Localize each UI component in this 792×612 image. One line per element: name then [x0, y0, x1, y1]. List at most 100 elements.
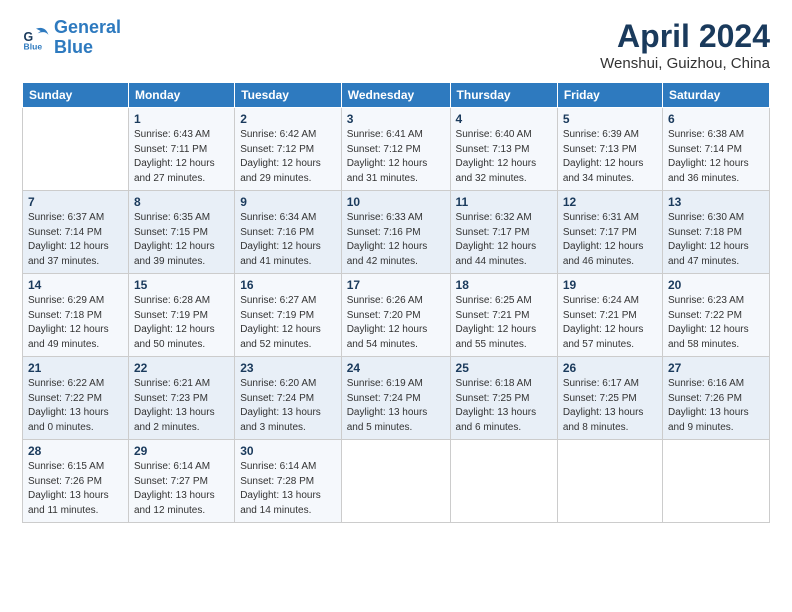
calendar-cell: 15 Sunrise: 6:28 AMSunset: 7:19 PMDayligh…	[128, 274, 234, 357]
calendar-cell: 1 Sunrise: 6:43 AMSunset: 7:11 PMDaylight…	[128, 108, 234, 191]
calendar-cell: 30 Sunrise: 6:14 AMSunset: 7:28 PMDayligh…	[235, 440, 342, 523]
logo-icon: G Blue	[22, 24, 50, 52]
day-info: Sunrise: 6:31 AMSunset: 7:17 PMDaylight:…	[563, 211, 657, 269]
calendar-cell	[557, 440, 662, 523]
calendar-cell: 6 Sunrise: 6:38 AMSunset: 7:14 PMDaylight…	[662, 108, 769, 191]
weekday-header: Wednesday	[341, 83, 450, 108]
calendar-cell: 11Sunrise: 6:32 AMSunset: 7:17 PMDayligh…	[450, 191, 557, 274]
svg-text:Blue: Blue	[24, 41, 43, 51]
day-info: Sunrise: 6:34 AMSunset: 7:16 PMDaylight:…	[240, 211, 336, 269]
day-info: Sunrise: 6:17 AMSunset: 7:25 PMDaylight:…	[563, 377, 657, 435]
calendar-cell: 24Sunrise: 6:19 AMSunset: 7:24 PMDayligh…	[341, 357, 450, 440]
day-number: 2	[240, 112, 336, 126]
day-number: 8	[134, 195, 229, 209]
day-number: 5	[563, 112, 657, 126]
day-info: Sunrise: 6:26 AMSunset: 7:20 PMDaylight:…	[347, 294, 445, 352]
day-number: 7	[28, 195, 123, 209]
weekday-header-row: SundayMondayTuesdayWednesdayThursdayFrid…	[23, 83, 770, 108]
day-info: Sunrise: 6:40 AMSunset: 7:13 PMDaylight:…	[456, 128, 552, 186]
day-number: 10	[347, 195, 445, 209]
calendar-week-row: 14 Sunrise: 6:29 AMSunset: 7:18 PMDayligh…	[23, 274, 770, 357]
calendar-cell: 19Sunrise: 6:24 AMSunset: 7:21 PMDayligh…	[557, 274, 662, 357]
calendar-cell: 16 Sunrise: 6:27 AMSunset: 7:19 PMDayligh…	[235, 274, 342, 357]
day-number: 17	[347, 278, 445, 292]
day-info: Sunrise: 6:15 AMSunset: 7:26 PMDaylight:…	[28, 460, 123, 518]
header: G Blue GeneralBlue April 2024 Wenshui, G…	[22, 18, 770, 72]
day-number: 9	[240, 195, 336, 209]
day-info: Sunrise: 6:14 AMSunset: 7:28 PMDaylight:…	[240, 460, 336, 518]
calendar-cell: 21 Sunrise: 6:22 AMSunset: 7:22 PMDayligh…	[23, 357, 129, 440]
day-number: 23	[240, 361, 336, 375]
calendar-table: SundayMondayTuesdayWednesdayThursdayFrid…	[22, 82, 770, 523]
day-info: Sunrise: 6:43 AMSunset: 7:11 PMDaylight:…	[134, 128, 229, 186]
day-number: 24	[347, 361, 445, 375]
calendar-cell: 4Sunrise: 6:40 AMSunset: 7:13 PMDaylight…	[450, 108, 557, 191]
day-info: Sunrise: 6:41 AMSunset: 7:12 PMDaylight:…	[347, 128, 445, 186]
calendar-cell: 17 Sunrise: 6:26 AMSunset: 7:20 PMDayligh…	[341, 274, 450, 357]
day-number: 28	[28, 444, 123, 458]
day-info: Sunrise: 6:30 AMSunset: 7:18 PMDaylight:…	[668, 211, 764, 269]
calendar-cell: 22Sunrise: 6:21 AMSunset: 7:23 PMDayligh…	[128, 357, 234, 440]
weekday-header: Friday	[557, 83, 662, 108]
day-info: Sunrise: 6:22 AMSunset: 7:22 PMDaylight:…	[28, 377, 123, 435]
calendar-week-row: 7 Sunrise: 6:37 AMSunset: 7:14 PMDaylight…	[23, 191, 770, 274]
calendar-cell: 8 Sunrise: 6:35 AMSunset: 7:15 PMDaylight…	[128, 191, 234, 274]
calendar-cell: 20Sunrise: 6:23 AMSunset: 7:22 PMDayligh…	[662, 274, 769, 357]
day-number: 18	[456, 278, 552, 292]
day-number: 20	[668, 278, 764, 292]
day-info: Sunrise: 6:32 AMSunset: 7:17 PMDaylight:…	[456, 211, 552, 269]
weekday-header: Tuesday	[235, 83, 342, 108]
day-number: 13	[668, 195, 764, 209]
day-number: 29	[134, 444, 229, 458]
logo: G Blue GeneralBlue	[22, 18, 121, 58]
calendar-cell: 23Sunrise: 6:20 AMSunset: 7:24 PMDayligh…	[235, 357, 342, 440]
day-number: 14	[28, 278, 123, 292]
calendar-cell: 5 Sunrise: 6:39 AMSunset: 7:13 PMDaylight…	[557, 108, 662, 191]
calendar-cell: 7 Sunrise: 6:37 AMSunset: 7:14 PMDaylight…	[23, 191, 129, 274]
day-number: 16	[240, 278, 336, 292]
day-number: 19	[563, 278, 657, 292]
day-number: 27	[668, 361, 764, 375]
day-number: 1	[134, 112, 229, 126]
calendar-week-row: 21 Sunrise: 6:22 AMSunset: 7:22 PMDayligh…	[23, 357, 770, 440]
title-block: April 2024 Wenshui, Guizhou, China	[600, 18, 770, 72]
calendar-cell: 14 Sunrise: 6:29 AMSunset: 7:18 PMDayligh…	[23, 274, 129, 357]
day-info: Sunrise: 6:14 AMSunset: 7:27 PMDaylight:…	[134, 460, 229, 518]
weekday-header: Monday	[128, 83, 234, 108]
subtitle: Wenshui, Guizhou, China	[600, 55, 770, 72]
day-info: Sunrise: 6:21 AMSunset: 7:23 PMDaylight:…	[134, 377, 229, 435]
day-info: Sunrise: 6:28 AMSunset: 7:19 PMDaylight:…	[134, 294, 229, 352]
calendar-week-row: 1 Sunrise: 6:43 AMSunset: 7:11 PMDaylight…	[23, 108, 770, 191]
day-info: Sunrise: 6:25 AMSunset: 7:21 PMDaylight:…	[456, 294, 552, 352]
calendar-cell: 28 Sunrise: 6:15 AMSunset: 7:26 PMDayligh…	[23, 440, 129, 523]
calendar-cell: 13 Sunrise: 6:30 AMSunset: 7:18 PMDayligh…	[662, 191, 769, 274]
day-info: Sunrise: 6:37 AMSunset: 7:14 PMDaylight:…	[28, 211, 123, 269]
day-number: 15	[134, 278, 229, 292]
calendar-cell: 10Sunrise: 6:33 AMSunset: 7:16 PMDayligh…	[341, 191, 450, 274]
calendar-cell: 18 Sunrise: 6:25 AMSunset: 7:21 PMDayligh…	[450, 274, 557, 357]
day-number: 6	[668, 112, 764, 126]
day-number: 25	[456, 361, 552, 375]
calendar-cell: 25 Sunrise: 6:18 AMSunset: 7:25 PMDayligh…	[450, 357, 557, 440]
calendar-cell: 2 Sunrise: 6:42 AMSunset: 7:12 PMDaylight…	[235, 108, 342, 191]
day-info: Sunrise: 6:27 AMSunset: 7:19 PMDaylight:…	[240, 294, 336, 352]
day-number: 30	[240, 444, 336, 458]
day-number: 26	[563, 361, 657, 375]
day-info: Sunrise: 6:29 AMSunset: 7:18 PMDaylight:…	[28, 294, 123, 352]
day-info: Sunrise: 6:18 AMSunset: 7:25 PMDaylight:…	[456, 377, 552, 435]
day-info: Sunrise: 6:39 AMSunset: 7:13 PMDaylight:…	[563, 128, 657, 186]
page: G Blue GeneralBlue April 2024 Wenshui, G…	[0, 0, 792, 612]
day-info: Sunrise: 6:42 AMSunset: 7:12 PMDaylight:…	[240, 128, 336, 186]
main-title: April 2024	[600, 18, 770, 55]
weekday-header: Thursday	[450, 83, 557, 108]
day-number: 21	[28, 361, 123, 375]
calendar-cell: 29 Sunrise: 6:14 AMSunset: 7:27 PMDayligh…	[128, 440, 234, 523]
calendar-cell	[662, 440, 769, 523]
day-info: Sunrise: 6:38 AMSunset: 7:14 PMDaylight:…	[668, 128, 764, 186]
calendar-cell: 9 Sunrise: 6:34 AMSunset: 7:16 PMDaylight…	[235, 191, 342, 274]
calendar-cell: 3Sunrise: 6:41 AMSunset: 7:12 PMDaylight…	[341, 108, 450, 191]
day-info: Sunrise: 6:16 AMSunset: 7:26 PMDaylight:…	[668, 377, 764, 435]
day-info: Sunrise: 6:35 AMSunset: 7:15 PMDaylight:…	[134, 211, 229, 269]
logo-text: GeneralBlue	[54, 18, 121, 58]
calendar-week-row: 28 Sunrise: 6:15 AMSunset: 7:26 PMDayligh…	[23, 440, 770, 523]
